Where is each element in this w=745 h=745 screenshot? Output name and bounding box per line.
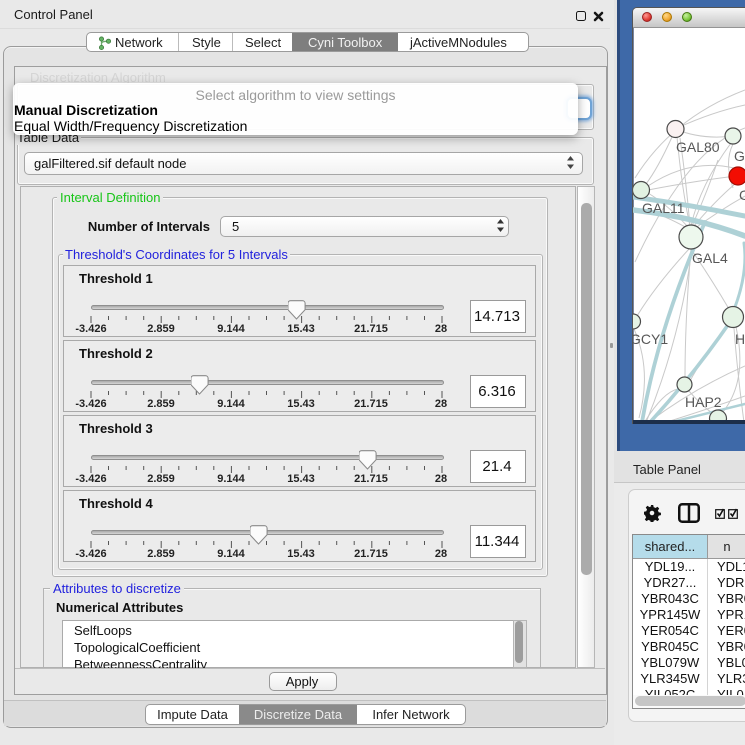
svg-text:HAP2: HAP2 [685,394,722,410]
svg-text:GAL11: GAL11 [642,200,685,216]
svg-text:GAL80: GAL80 [676,139,720,155]
svg-text:C: C [739,187,745,203]
svg-text:GCY1: GCY1 [633,331,668,347]
svg-text:HA: HA [735,331,745,347]
svg-text:GA: GA [734,148,745,164]
svg-text:GAL4: GAL4 [692,250,728,266]
